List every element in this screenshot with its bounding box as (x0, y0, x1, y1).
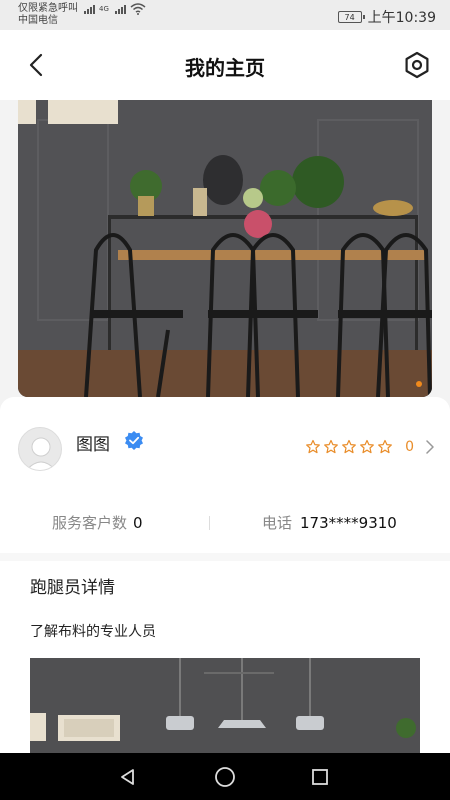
stats-divider (209, 516, 210, 530)
profile-card: 图图 0 服务客户数 0 电话 173****9310 跑腿员详情 了解布料的专业人… (0, 397, 450, 753)
emergency-text: 仅限紧急呼叫 (18, 3, 78, 14)
section-divider (0, 553, 450, 561)
carousel-indicator[interactable] (416, 381, 422, 387)
user-avatar-icon (26, 437, 56, 470)
app-header: 我的主页 (0, 30, 450, 100)
nav-recents-button[interactable] (308, 765, 332, 789)
chevron-right-icon (426, 440, 434, 454)
triangle-back-icon (121, 769, 134, 785)
network-type: 4G (99, 5, 109, 13)
page-title: 我的主页 (185, 56, 265, 80)
stats-row: 服务客户数 0 电话 173****9310 (0, 502, 450, 542)
status-bar: 仅限紧急呼叫 4G 中国电信 74 上午10:39 (0, 0, 450, 30)
carrier-name: 中国电信 (18, 15, 58, 26)
star-icon (306, 439, 320, 454)
phone-value: 173****9310 (300, 514, 397, 532)
circle-home-icon (215, 767, 235, 787)
detail-image[interactable] (30, 658, 420, 753)
phone-stat[interactable]: 电话 173****9310 (262, 512, 397, 533)
details-title: 跑腿员详情 (30, 578, 115, 598)
star-icon (324, 439, 338, 454)
phone-label: 电话 (262, 514, 293, 532)
wifi-icon (130, 3, 146, 15)
signal-icon-2 (114, 4, 126, 14)
clock: 上午10:39 (367, 10, 436, 26)
details-description: 了解布料的专业人员 (30, 624, 156, 640)
star-icon (342, 439, 356, 454)
customers-value: 0 (133, 514, 143, 532)
avatar[interactable] (18, 427, 62, 471)
square-recents-icon (312, 769, 328, 785)
rating-row[interactable]: 0 (305, 439, 434, 455)
verified-badge-icon (125, 431, 143, 450)
carrier-info: 仅限紧急呼叫 4G 中国电信 (18, 3, 146, 27)
gear-icon (405, 51, 429, 79)
customers-label: 服务客户数 (52, 514, 128, 532)
star-icon (378, 439, 392, 454)
dining-room-photo (18, 100, 432, 397)
system-nav-bar (0, 753, 450, 800)
banner-image[interactable] (18, 100, 432, 397)
settings-button[interactable] (400, 48, 434, 82)
signal-icon (84, 4, 95, 14)
user-name: 图图 (76, 435, 110, 455)
battery-icon: 74 (337, 11, 365, 23)
star-icon (360, 439, 374, 454)
nav-home-button[interactable] (213, 765, 237, 789)
nav-back-button[interactable] (116, 765, 140, 789)
interior-photo (30, 658, 420, 753)
customers-stat: 服务客户数 0 (52, 512, 143, 533)
rating-count: 0 (405, 439, 414, 455)
